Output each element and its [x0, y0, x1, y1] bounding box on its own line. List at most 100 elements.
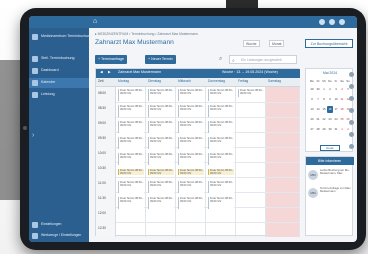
- sidebar-footer-settings[interactable]: Einstellungen: [29, 220, 89, 230]
- calendar-event[interactable]: Freie Termin 08:00–09:00 Uhr: [118, 153, 144, 165]
- calendar-icon[interactable]: [349, 72, 354, 77]
- booking-overview-button[interactable]: Zur Buchungsübersicht: [305, 39, 353, 48]
- day-header[interactable]: Dienstag: [148, 79, 161, 83]
- calendar-event[interactable]: Freie Termin 08:00–09:00 Uhr: [118, 181, 144, 193]
- calendar-event[interactable]: Freie Termin 08:00–09:00 Uhr: [118, 169, 144, 175]
- sidebar-item-calendar[interactable]: Kalender: [29, 78, 89, 88]
- background-object: [0, 60, 22, 200]
- sidebar-item-label: Leistung: [41, 92, 55, 96]
- calendar-event[interactable]: Freie Termin 08:00–09:00 Uhr: [118, 89, 144, 101]
- day-header[interactable]: Mittwoch: [178, 79, 191, 83]
- info-item[interactable]: MM Letzte Buchung am Mo. Mustermann, Max: [308, 168, 352, 185]
- share-icon[interactable]: [349, 120, 354, 125]
- home-icon[interactable]: ⌂: [93, 18, 101, 26]
- sidebar-item-services[interactable]: Leistung: [29, 90, 89, 100]
- filter-icon[interactable]: ⌕: [219, 56, 222, 63]
- calendar-event[interactable]: Freie Termin 08:00–09:00 Uhr: [208, 153, 234, 165]
- chevron-left-icon[interactable]: ›: [32, 132, 34, 139]
- calendar-icon: [32, 56, 38, 62]
- time-label: 09:00: [98, 121, 106, 125]
- info-icon[interactable]: [349, 96, 354, 101]
- bell-icon[interactable]: [319, 19, 325, 25]
- day-header[interactable]: Samstag: [268, 79, 281, 83]
- calendar-event[interactable]: Freie Termin 08:00–09:00 Uhr: [208, 181, 234, 193]
- time-column: 08:00 08:30 09:00 09:30 10:00 10:30 11:0…: [96, 87, 116, 237]
- new-appointment-button[interactable]: + Neuer Termin: [145, 55, 176, 64]
- calendar-event[interactable]: Freie Termin 08:00–09:00 Uhr: [118, 137, 144, 149]
- prev-arrow-icon[interactable]: ◀: [100, 70, 103, 74]
- time-label: 12:30: [98, 226, 106, 230]
- sidebar-item-booking[interactable]: Stell. Terminbuchung: [29, 54, 89, 64]
- calendar-event[interactable]: Freie Termin 08:00–09:00 Uhr: [178, 197, 204, 209]
- sidebar-item-label: Kalender: [41, 80, 56, 84]
- breadcrumb[interactable]: ▸ MEDIZINZENTRUM • Terminbuchung • Zahna…: [95, 32, 198, 36]
- calendar-event[interactable]: Freie Termin 08:00–09:00 Uhr: [178, 121, 204, 133]
- day-header[interactable]: Donnerstag: [208, 79, 225, 83]
- sidebar-footer-tools[interactable]: Werkzeuge / Einstellungen: [29, 231, 89, 241]
- calendar-event[interactable]: Freie Termin 08:00–09:00 Uhr: [178, 181, 204, 193]
- mini-calendar: Mai 2024 Mo Di Mi Do Fr Sa So 29 30 1 2 3 4 5 6 7 8 9 10 11…: [305, 68, 353, 152]
- calendar-event[interactable]: Freie Termin 08:00–09:00 Uhr: [178, 105, 204, 117]
- sidebar-item-clinic[interactable]: Medizinzentrum Terminbuchung: [29, 32, 92, 46]
- calendar-event[interactable]: Freie Termin 08:00–09:00 Uhr: [148, 197, 174, 209]
- calendar-event[interactable]: Freie Termin 08:00–09:00 Uhr: [148, 105, 174, 117]
- grid-line: [116, 177, 300, 178]
- time-label: 11:30: [98, 196, 106, 200]
- avatar: MM: [308, 170, 318, 180]
- calendar-event[interactable]: Freie Termin 08:00–09:00 Uhr: [208, 89, 234, 101]
- calendar-event[interactable]: Freie Termin 08:00–09:00 Uhr: [118, 121, 144, 133]
- time-label: 12:00: [98, 211, 106, 215]
- tablet-frame: ⌂ Medizinzentrum Terminbuchung Stell. Te…: [20, 8, 366, 250]
- clinic-icon: [32, 34, 38, 40]
- calendar-event[interactable]: Freie Termin 08:00–09:00 Uhr: [178, 137, 204, 149]
- settings-icon[interactable]: [349, 108, 354, 113]
- calendar-event[interactable]: Freie Termin 08:00–09:00 Uhr: [148, 153, 174, 165]
- time-label: 10:00: [98, 151, 106, 155]
- dashboard-icon: [32, 68, 38, 74]
- day-header[interactable]: Montag: [118, 79, 129, 83]
- sidebar-item-dashboard[interactable]: Dashboard: [29, 66, 89, 76]
- help-icon[interactable]: [349, 144, 354, 149]
- time-column-header: Zeit: [98, 79, 104, 83]
- info-item[interactable]: MM Termin-Anfrage von Max Mustermann: [308, 186, 352, 203]
- calendar-event[interactable]: Freie Termin 08:00–09:00 Uhr: [238, 89, 264, 97]
- mini-calendar-title[interactable]: Mai 2024: [306, 69, 354, 77]
- calendar-event[interactable]: Freie Termin 08:00–09:00 Uhr: [148, 121, 174, 133]
- calendar-event[interactable]: Freie Termin 08:00–09:00 Uhr: [118, 197, 144, 209]
- week-calendar: ◀ ▶ Zahnarzt Max Mustermann Woche · 13. …: [95, 68, 300, 237]
- calendar-event[interactable]: Freie Termin 08:00–09:00 Uhr: [118, 105, 144, 117]
- service-search-input[interactable]: ⌕ Ein Leistungen ausgewählt: [229, 55, 297, 64]
- view-week-button[interactable]: Woche: [243, 40, 260, 47]
- list-icon: [32, 92, 38, 98]
- calendar-event[interactable]: Freie Termin 08:00–09:00 Uhr: [208, 137, 234, 149]
- print-icon[interactable]: [349, 132, 354, 137]
- calendar-event[interactable]: Freie Termin 08:00–09:00 Uhr: [208, 121, 234, 133]
- calendar-event[interactable]: Freie Termin 08:00–09:00 Uhr: [148, 89, 174, 101]
- day-header[interactable]: Freitag: [238, 79, 248, 83]
- help-icon[interactable]: [329, 19, 335, 25]
- calendar-event[interactable]: Freie Termin 08:00–09:00 Uhr: [178, 153, 204, 165]
- calendar-event[interactable]: Freie Termin 08:00–09:00 Uhr: [148, 137, 174, 149]
- sidebar-item-label: Medizinzentrum Terminbuchung: [41, 34, 92, 38]
- info-panel: Bitte informieren MM Letzte Buchung am M…: [305, 156, 354, 236]
- next-arrow-icon[interactable]: ▶: [108, 70, 111, 74]
- sidebar: Medizinzentrum Terminbuchung Stell. Term…: [29, 28, 92, 242]
- calendar-event[interactable]: Freie Termin 08:00–09:00 Uhr: [178, 89, 204, 101]
- calendar-icon: [32, 80, 38, 86]
- calendar-event[interactable]: Freie Termin 08:00–09:00 Uhr: [208, 169, 234, 175]
- calendar-range-label[interactable]: Woche · 13. – 19.05.2024 (Woche): [222, 70, 278, 74]
- calendar-event[interactable]: Freie Termin 08:00–09:00 Uhr: [148, 181, 174, 193]
- clock-icon[interactable]: [349, 84, 354, 89]
- user-icon[interactable]: [339, 19, 345, 25]
- time-label: 08:30: [98, 106, 106, 110]
- today-button[interactable]: Heute: [320, 145, 340, 151]
- calendar-event[interactable]: Freie Termin 08:00–09:00 Uhr: [208, 197, 234, 209]
- calendar-resource-label: Zahnarzt Max Mustermann: [118, 70, 161, 74]
- info-item-text: Letzte Buchung am Mo. Mustermann, Max: [320, 168, 350, 176]
- time-label: 08:00: [98, 91, 106, 95]
- calendar-event[interactable]: Freie Termin 08:00–09:00 Uhr: [148, 169, 174, 175]
- calendar-event[interactable]: Freie Termin 08:00–09:00 Uhr: [208, 105, 234, 117]
- appointment-request-button[interactable]: + Terminanfrage: [95, 55, 128, 64]
- calendar-event[interactable]: Freie Termin 08:00–09:00 Uhr: [178, 169, 204, 175]
- view-month-button[interactable]: Monat: [269, 40, 285, 47]
